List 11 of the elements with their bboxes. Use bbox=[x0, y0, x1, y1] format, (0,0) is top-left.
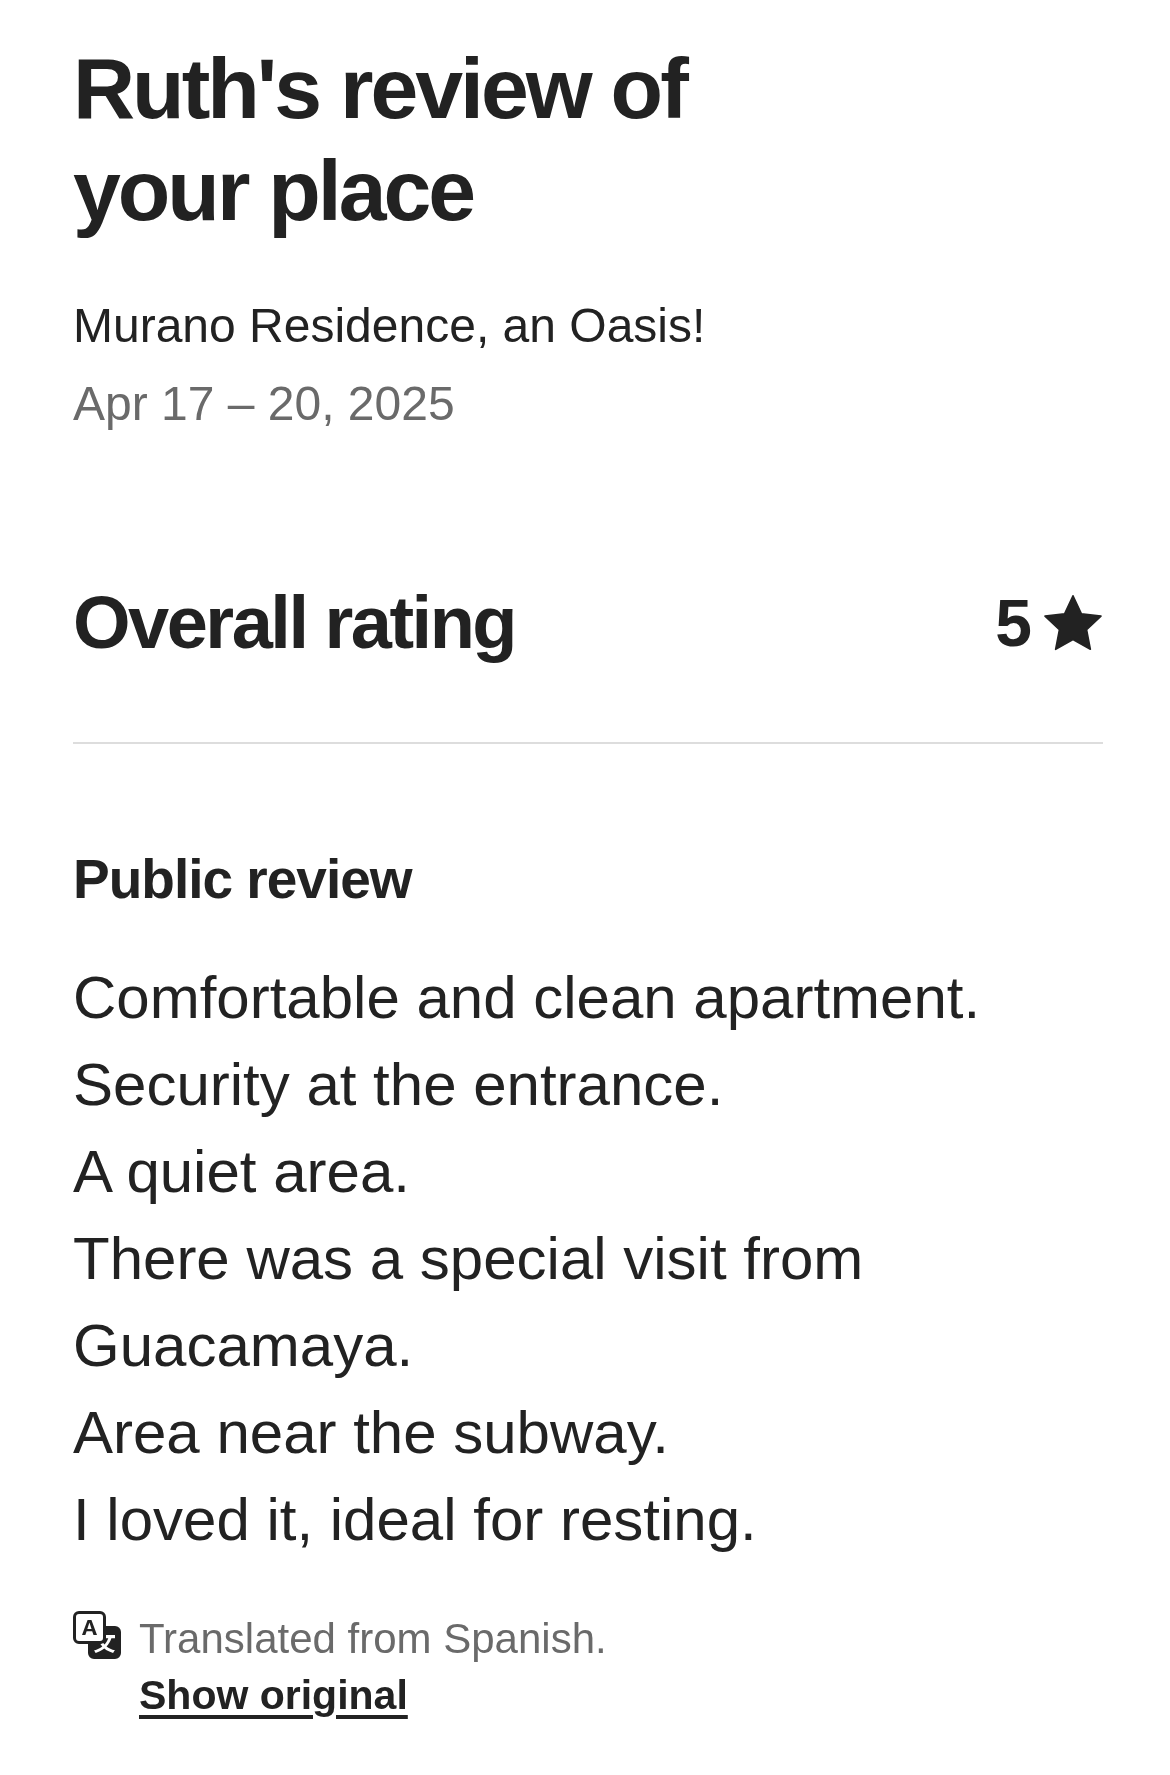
page-title: Ruth's review of your place bbox=[73, 39, 689, 240]
listing-name: Murano Residence, an Oasis! bbox=[73, 298, 707, 354]
section-heading: Public review bbox=[73, 847, 414, 912]
rating-label: Overall rating bbox=[73, 580, 516, 666]
review-text: Comfortable and clean apartment. Security at the entrance. A quiet area. There was a special visit from Guacamaya. Area near the subway. I loved it, ideal for resting. bbox=[73, 963, 982, 1555]
stay-dates: Apr 17 – 20, 2025 bbox=[73, 376, 456, 432]
rating-value: 5 bbox=[995, 585, 1031, 662]
show-original-link[interactable]: Show original bbox=[139, 1667, 408, 1723]
translation-note: Translated from Spanish. bbox=[139, 1614, 607, 1664]
translate-icon bbox=[73, 1611, 121, 1659]
star-icon bbox=[1043, 594, 1103, 652]
